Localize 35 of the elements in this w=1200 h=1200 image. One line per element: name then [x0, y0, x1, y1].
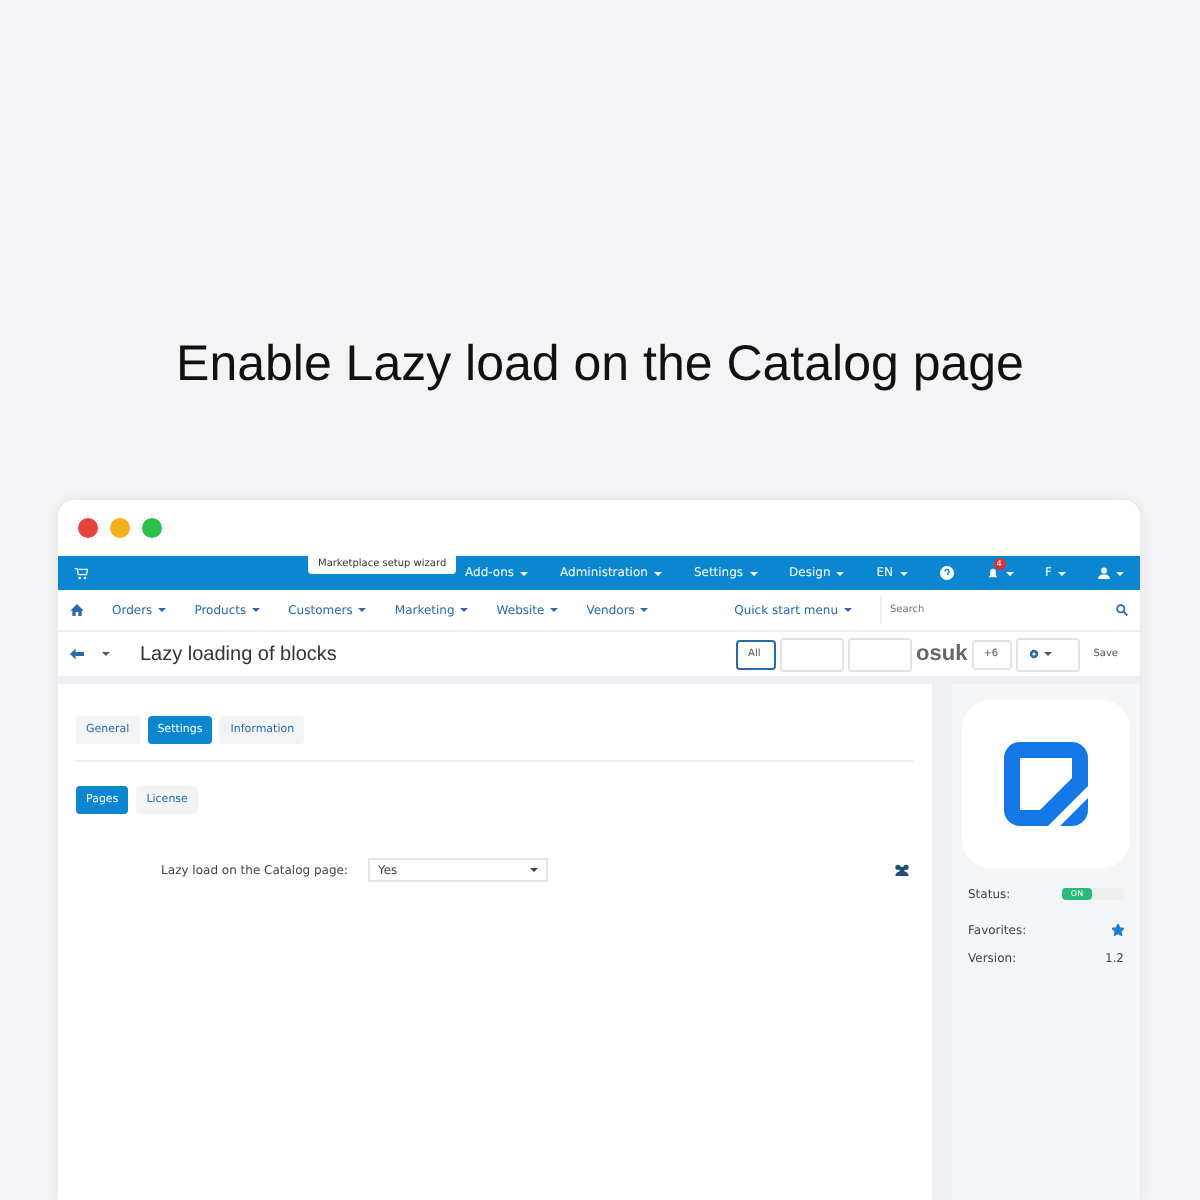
maximize-dot[interactable]: [142, 518, 162, 538]
caret-icon: [530, 868, 538, 872]
caret-icon: [653, 571, 662, 575]
home-icon[interactable]: [70, 604, 84, 616]
back-arrow-icon[interactable]: [70, 648, 84, 660]
settings-button[interactable]: [1015, 637, 1080, 671]
star-icon[interactable]: [1112, 924, 1124, 936]
people-icon[interactable]: [894, 864, 910, 876]
page-title: Lazy loading of blocks: [140, 643, 337, 665]
caret-icon: [102, 652, 110, 656]
headline: Enable Lazy load on the Catalog page: [174, 334, 1026, 396]
caret-icon: [1043, 652, 1052, 656]
cart-icon[interactable]: [74, 567, 88, 579]
caret-icon: [749, 571, 758, 575]
partial-text: osuk: [916, 642, 968, 666]
caret-icon: [460, 608, 469, 612]
caret-icon: [1058, 571, 1066, 575]
bell-icon[interactable]: [985, 566, 1000, 580]
close-dot[interactable]: [78, 518, 98, 538]
minimize-dot[interactable]: [110, 518, 130, 538]
search-icon[interactable]: [1116, 604, 1128, 616]
caret-icon: [844, 608, 852, 612]
caret-icon: [520, 571, 529, 575]
user-icon[interactable]: [1098, 566, 1110, 580]
caret-icon: [899, 571, 908, 575]
help-icon[interactable]: [939, 566, 954, 580]
gear-icon: [1027, 648, 1040, 660]
caret-icon: [1116, 571, 1124, 575]
caret-icon: [158, 608, 167, 612]
caret-icon: [1005, 571, 1014, 575]
caret-icon: [640, 608, 649, 612]
caret-icon: [550, 608, 559, 612]
caret-icon: [836, 571, 845, 575]
caret-icon: [358, 608, 367, 612]
caret-icon: [252, 608, 261, 612]
